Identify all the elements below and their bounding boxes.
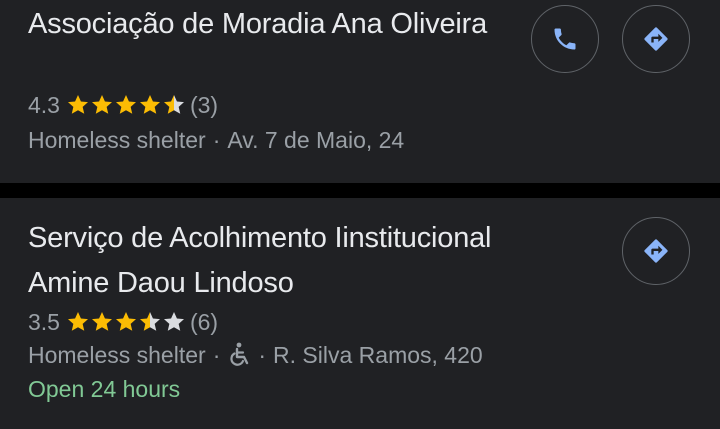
- star-icon: [115, 312, 136, 331]
- separator: ·: [258, 341, 267, 368]
- star-icon: [115, 95, 136, 114]
- directions-icon: [644, 239, 668, 263]
- open-hours-status: Open 24 hours: [28, 376, 181, 402]
- rating-value: 3.5: [28, 308, 60, 335]
- place-category: Homeless shelter: [28, 126, 206, 153]
- rating-row: 3.5 (6): [28, 307, 218, 337]
- star-rating: [66, 93, 186, 117]
- rating-row: 4.3 (3): [28, 90, 218, 120]
- wheelchair-accessible-icon: [230, 342, 249, 366]
- separator: ·: [212, 341, 221, 368]
- place-meta: Homeless shelter · · R. Silva Ramos, 420: [28, 340, 483, 370]
- star-icon: [163, 95, 184, 114]
- place-category: Homeless shelter: [28, 341, 206, 368]
- star-icon: [139, 95, 160, 114]
- place-address: Av. 7 de Maio, 24: [227, 126, 405, 153]
- star-icon: [91, 95, 112, 114]
- rating-value: 4.3: [28, 91, 60, 118]
- phone-icon: [554, 28, 576, 50]
- review-count[interactable]: (3): [190, 92, 218, 119]
- place-title[interactable]: Associação de Moradia Ana Oliveira: [28, 2, 528, 47]
- place-title[interactable]: Serviço de Acolhimento Iinstitucional Am…: [28, 216, 528, 306]
- directions-icon: [644, 27, 668, 51]
- result-card[interactable]: Associação de Moradia Ana Oliveira 4.3 (…: [0, 0, 720, 183]
- review-count[interactable]: (6): [190, 309, 218, 336]
- star-icon: [91, 312, 112, 331]
- place-address: R. Silva Ramos, 420: [273, 341, 483, 368]
- place-meta: Homeless shelter · Av. 7 de Maio, 24: [28, 125, 404, 155]
- directions-button[interactable]: [622, 217, 690, 285]
- star-rating: [66, 310, 186, 334]
- call-button[interactable]: [531, 5, 599, 73]
- star-icon: [67, 312, 88, 331]
- result-card[interactable]: Serviço de Acolhimento Iinstitucional Am…: [0, 198, 720, 429]
- star-icon: [67, 95, 88, 114]
- directions-button[interactable]: [622, 5, 690, 73]
- star-icon: [139, 312, 160, 331]
- star-icon: [163, 312, 184, 331]
- separator: ·: [212, 126, 221, 153]
